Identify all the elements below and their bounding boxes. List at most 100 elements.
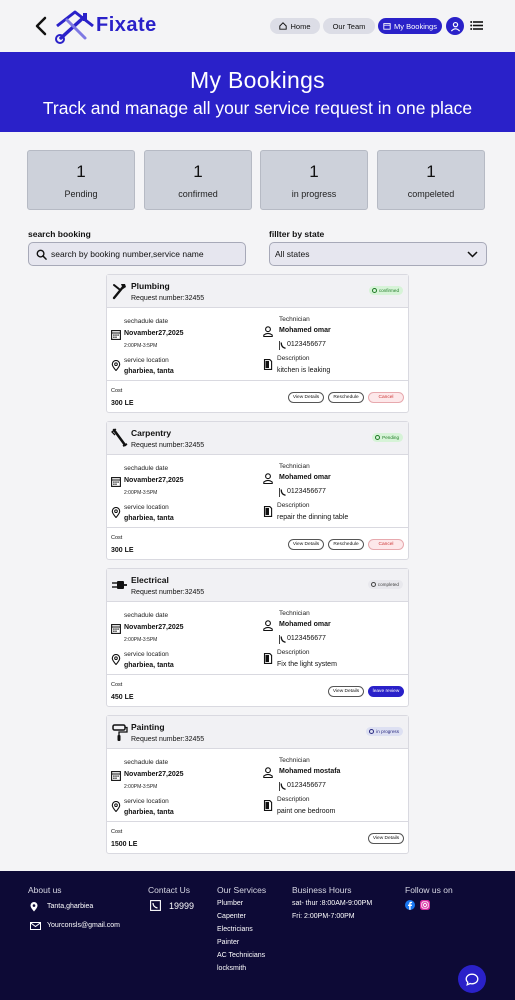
card-divider	[107, 527, 408, 528]
technician-label: Technician	[279, 757, 310, 764]
status-filter-select[interactable]: All states	[269, 242, 487, 266]
status-badge: completed	[367, 580, 403, 589]
wrench-icon	[112, 284, 126, 300]
brand-name[interactable]: Fixate	[96, 14, 157, 37]
leave-review-button[interactable]: leave review	[368, 686, 404, 697]
request-number: Request number:32455	[131, 589, 205, 596]
technician-user-icon	[263, 326, 273, 337]
phone-icon	[279, 635, 286, 644]
technician-user-icon	[263, 767, 273, 778]
schedule-date: Novamber27,2025	[124, 330, 184, 337]
stat-card-completed: 1 compeleted	[377, 150, 485, 210]
cost-label: Cost	[111, 388, 123, 394]
booking-card: Electrical Request number:32455 completed s…	[106, 568, 409, 707]
footer-service-link[interactable]: Electricians	[217, 926, 253, 933]
calendar-icon	[383, 23, 391, 30]
view-details-button[interactable]: View Details	[288, 392, 324, 403]
footer-service-link[interactable]: Plumber	[217, 900, 243, 907]
document-icon	[263, 653, 273, 664]
home-icon	[279, 22, 288, 30]
nav-home-button[interactable]: Home	[270, 18, 320, 34]
avatar[interactable]	[446, 17, 464, 35]
cancel-button[interactable]: Cancel	[368, 539, 404, 550]
reschedule-button[interactable]: Reschedule	[328, 539, 364, 550]
service-title: Carpentry	[131, 428, 172, 438]
status-check-icon	[369, 729, 375, 734]
view-details-button[interactable]: View Details	[328, 686, 364, 697]
card-divider	[107, 380, 408, 381]
footer-service-link[interactable]: AC Technicians	[217, 952, 265, 959]
facebook-icon[interactable]	[405, 900, 415, 910]
nav-team-label: Our Team	[332, 21, 366, 31]
menu-icon[interactable]	[470, 20, 483, 31]
status-badge-label: confirmed	[378, 288, 399, 293]
paint-roller-icon	[112, 724, 128, 741]
back-arrow-icon[interactable]	[34, 14, 48, 38]
request-number: Request number:32455	[131, 442, 205, 449]
saw-icon	[111, 428, 128, 447]
footer-service-link[interactable]: Painter	[217, 939, 239, 946]
card-divider	[107, 821, 408, 822]
request-number: Request number:32455	[131, 736, 205, 743]
booking-description: Fix the light system	[277, 661, 337, 668]
service-location: gharbiea, tanta	[124, 662, 174, 669]
location-pin-icon	[111, 654, 121, 665]
schedule-label: sechadule date	[124, 759, 169, 766]
stat-count: 1	[426, 162, 436, 181]
description-label: Description	[277, 796, 310, 803]
stat-label: in progress	[291, 189, 337, 199]
technician-phone[interactable]: 0123456677	[287, 782, 326, 789]
technician-name: Mohamed omar	[279, 327, 331, 334]
chat-button[interactable]	[458, 965, 486, 993]
schedule-time: 2:00PM-3:5PM	[124, 637, 158, 643]
stat-count: 1	[76, 162, 86, 181]
location-pin-icon	[111, 507, 121, 518]
footer-phone[interactable]: 19999	[169, 901, 194, 911]
search-input[interactable]: search by booking number,service name	[28, 242, 246, 266]
status-badge-label: in progress	[376, 729, 399, 734]
footer: About us Tanta,gharbiea Yourconsls@gmail…	[0, 871, 515, 1000]
footer-service-link[interactable]: Capenter	[217, 913, 246, 920]
cost-label: Cost	[111, 682, 123, 688]
cost-value: 300 LE	[111, 547, 134, 554]
stat-card-in-progress: 1 in progress	[260, 150, 368, 210]
service-location: gharbiea, tanta	[124, 515, 174, 522]
user-icon	[450, 21, 460, 32]
footer-contact-title: Contact Us	[148, 885, 191, 895]
status-check-icon	[375, 435, 381, 440]
mail-icon	[30, 922, 41, 930]
nav-bookings-label: My Bookings	[394, 21, 437, 31]
calendar-icon	[111, 477, 121, 487]
nav-team-button[interactable]: Our Team	[323, 18, 375, 34]
stat-count: 1	[309, 162, 319, 181]
technician-name: Mohamed omar	[279, 621, 331, 628]
reschedule-button[interactable]: Reschedule	[328, 392, 364, 403]
location-label: service location	[124, 357, 169, 364]
nav-bookings-button[interactable]: My Bookings	[378, 18, 442, 34]
schedule-time: 2:00PM-3:5PM	[124, 343, 158, 349]
calendar-icon	[111, 624, 121, 634]
description-label: Description	[277, 649, 310, 656]
booking-card-header: Carpentry Request number:32455 Pending	[107, 422, 408, 455]
technician-phone[interactable]: 0123456677	[287, 341, 326, 348]
booking-card-header: Plumbing Request number:32455 confirmed	[107, 275, 408, 308]
request-number: Request number:32455	[131, 295, 205, 302]
view-details-button[interactable]: View Details	[368, 833, 404, 844]
document-icon	[263, 506, 273, 517]
booking-card-header: Painting Request number:32455 in progress	[107, 716, 408, 749]
instagram-icon[interactable]	[420, 900, 430, 910]
location-label: service location	[124, 651, 169, 658]
schedule-label: sechadule date	[124, 465, 169, 472]
footer-email[interactable]: Yourconsls@gmail.com	[47, 922, 120, 929]
footer-service-link[interactable]: locksmith	[217, 965, 246, 972]
cancel-button[interactable]: Cancel	[368, 392, 404, 403]
status-badge: Pending	[372, 433, 403, 442]
location-pin-icon	[111, 360, 121, 371]
top-navbar: Fixate Home Our Team My Bookings	[0, 0, 515, 52]
technician-phone[interactable]: 0123456677	[287, 635, 326, 642]
description-label: Description	[277, 355, 310, 362]
technician-phone[interactable]: 0123456677	[287, 488, 326, 495]
stat-count: 1	[193, 162, 203, 181]
page-title: My Bookings	[190, 67, 325, 93]
view-details-button[interactable]: View Details	[288, 539, 324, 550]
